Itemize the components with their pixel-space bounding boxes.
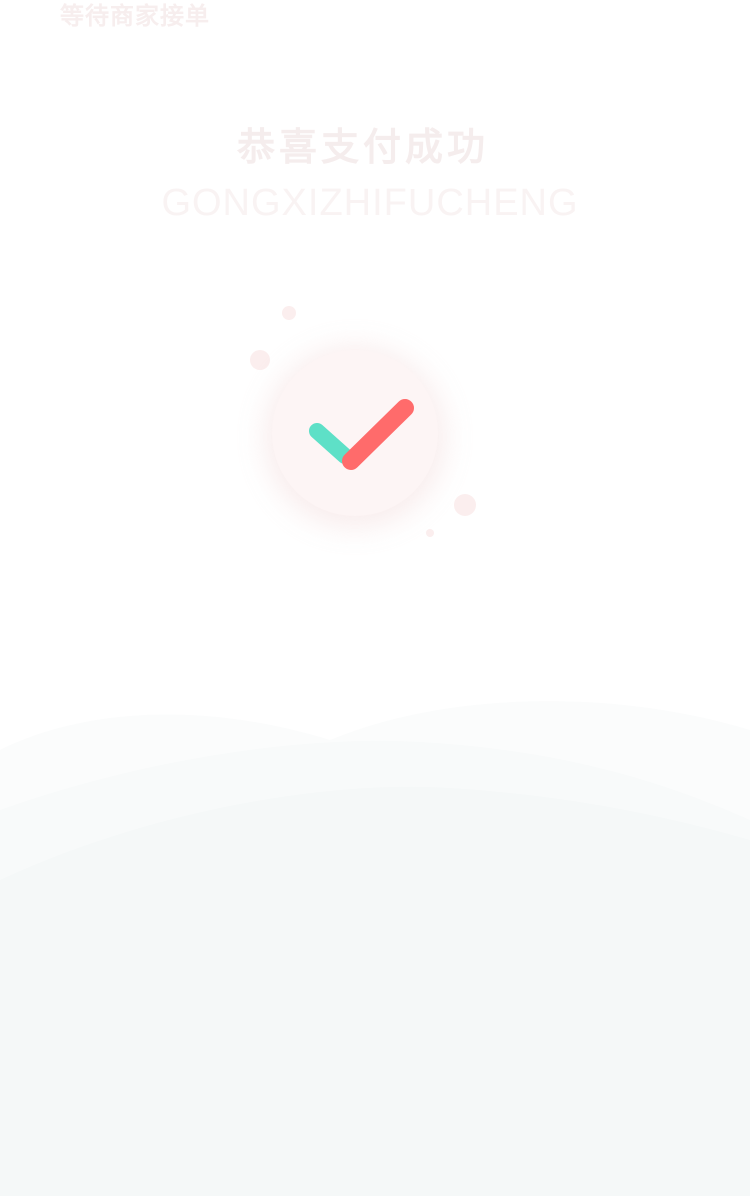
payment-success-page: 等待商家接单 恭喜支付成功 GONGXIZHIFUCHENG (0, 0, 750, 1196)
decorative-dot (426, 529, 434, 537)
success-title: 恭喜支付成功 (236, 125, 489, 169)
decorative-dot (250, 350, 270, 370)
background-waves (0, 701, 750, 1196)
success-badge (272, 350, 438, 516)
decorative-dot (454, 494, 476, 516)
success-subtitle: GONGXIZHIFUCHENG (161, 182, 579, 224)
checkmark-icon (309, 399, 414, 470)
decorative-dot (282, 306, 296, 320)
order-status-text: 等待商家接单 (60, 2, 210, 30)
